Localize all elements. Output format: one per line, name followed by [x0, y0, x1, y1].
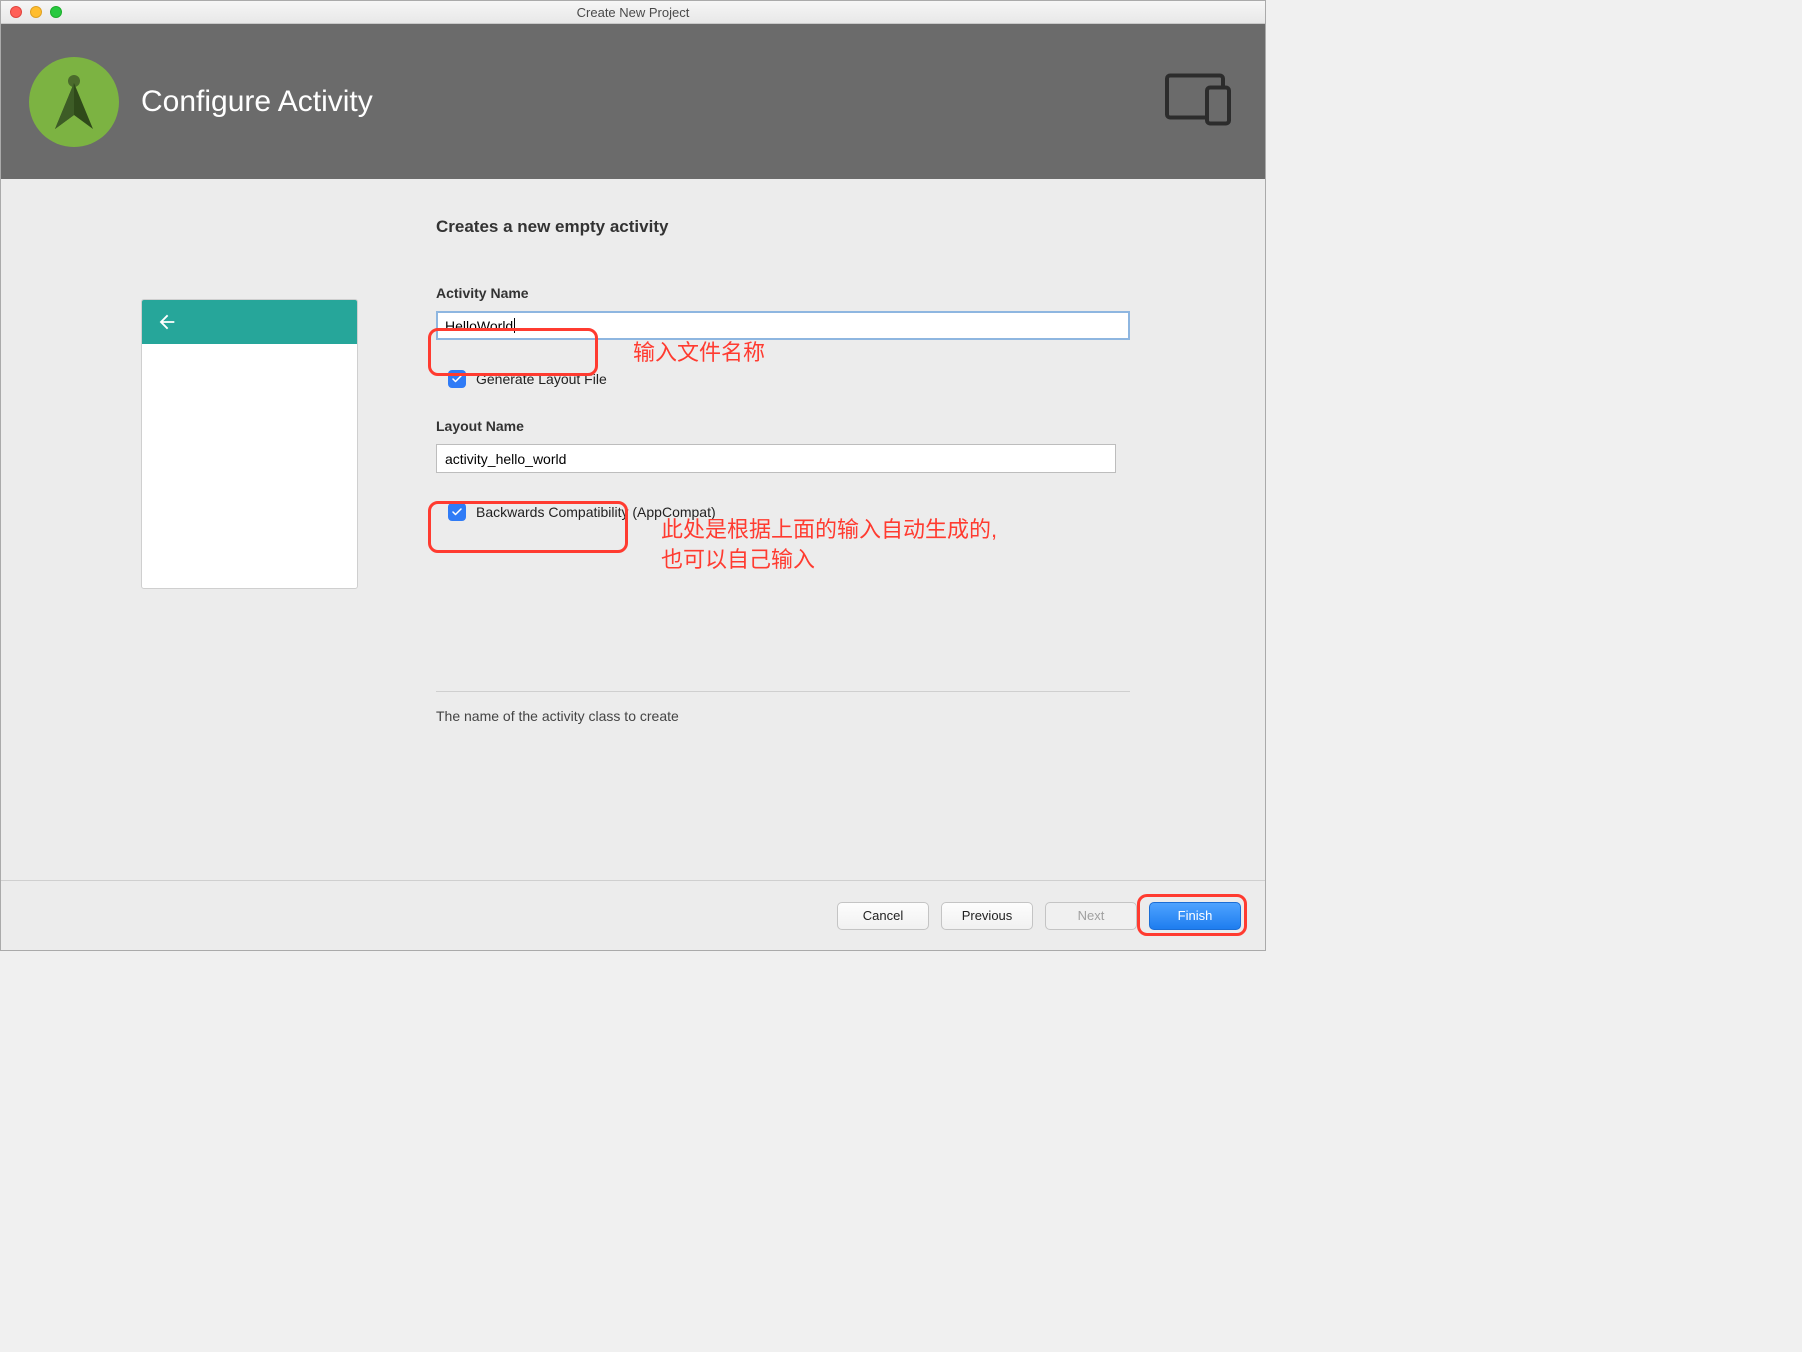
checkmark-icon	[451, 506, 463, 518]
layout-name-row: Layout Name	[436, 418, 1235, 473]
text-caret	[514, 318, 515, 333]
close-icon[interactable]	[10, 6, 22, 18]
window-controls	[10, 6, 62, 18]
titlebar: Create New Project	[1, 1, 1265, 24]
form-area: Creates a new empty activity Activity Na…	[436, 217, 1235, 724]
backwards-compat-checkbox[interactable]	[448, 503, 466, 521]
wizard-footer: Cancel Previous Next Finish	[1, 880, 1265, 950]
activity-name-input[interactable]: HelloWorld	[436, 311, 1130, 340]
layout-name-label: Layout Name	[436, 418, 1235, 434]
backwards-compat-row[interactable]: Backwards Compatibility (AppCompat)	[448, 503, 1235, 521]
generate-layout-label: Generate Layout File	[476, 371, 607, 387]
next-button: Next	[1045, 902, 1137, 930]
previous-button[interactable]: Previous	[941, 902, 1033, 930]
activity-name-label: Activity Name	[436, 285, 1235, 301]
activity-name-row: Activity Name HelloWorld	[436, 285, 1235, 340]
create-project-window: Create New Project Configure Activity	[0, 0, 1266, 951]
maximize-icon[interactable]	[50, 6, 62, 18]
generate-layout-row[interactable]: Generate Layout File	[448, 370, 1235, 388]
checkmark-icon	[451, 373, 463, 385]
finish-button[interactable]: Finish	[1149, 902, 1241, 930]
backwards-compat-label: Backwards Compatibility (AppCompat)	[476, 504, 716, 520]
back-arrow-icon	[156, 311, 178, 333]
minimize-icon[interactable]	[30, 6, 42, 18]
activity-name-value: HelloWorld	[445, 318, 513, 334]
wizard-body: Creates a new empty activity Activity Na…	[1, 179, 1265, 880]
hint-separator	[436, 691, 1130, 692]
layout-name-input[interactable]	[436, 444, 1116, 473]
section-title: Creates a new empty activity	[436, 217, 1235, 237]
wizard-header: Configure Activity	[1, 24, 1265, 179]
activity-preview	[141, 299, 358, 589]
window-title: Create New Project	[1, 5, 1265, 20]
generate-layout-checkbox[interactable]	[448, 370, 466, 388]
preview-appbar	[142, 300, 357, 344]
device-preview-icon	[1165, 73, 1237, 130]
android-studio-logo-icon	[29, 57, 119, 147]
cancel-button[interactable]: Cancel	[837, 902, 929, 930]
wizard-title: Configure Activity	[141, 85, 373, 119]
hint-text: The name of the activity class to create	[436, 708, 1235, 724]
